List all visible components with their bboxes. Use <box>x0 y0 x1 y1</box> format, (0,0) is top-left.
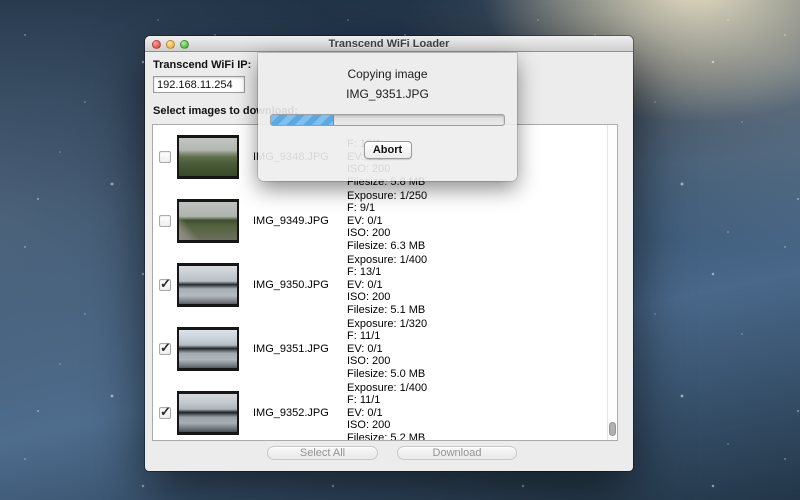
window-title: Transcend WiFi Loader <box>145 36 633 52</box>
image-filename: IMG_9351.JPG <box>253 343 347 355</box>
image-checkbox[interactable] <box>159 343 171 355</box>
dialog-title: Copying image <box>258 67 517 81</box>
scrollbar-track[interactable] <box>607 125 617 440</box>
ip-input[interactable] <box>153 76 245 93</box>
titlebar[interactable]: Transcend WiFi Loader <box>145 36 633 52</box>
image-thumbnail <box>177 327 239 371</box>
progress-bar-fill <box>271 115 334 125</box>
list-item: IMG_9352.JPG Exposure: 1/400 F: 11/1 EV:… <box>153 381 617 441</box>
list-item: IMG_9351.JPG Exposure: 1/320 F: 11/1 EV:… <box>153 317 617 381</box>
image-checkbox[interactable] <box>159 215 171 227</box>
image-checkbox[interactable] <box>159 151 171 163</box>
image-exif: Exposure: 1/320 F: 11/1 EV: 0/1 ISO: 200… <box>347 318 427 380</box>
image-exif: Exposure: 1/250 F: 9/1 EV: 0/1 ISO: 200 … <box>347 190 427 252</box>
select-all-button[interactable]: Select All <box>267 446 378 460</box>
app-window: Transcend WiFi Loader Transcend WiFi IP:… <box>145 36 633 471</box>
traffic-lights <box>152 40 189 49</box>
image-filename: IMG_9350.JPG <box>253 279 347 291</box>
image-filename: IMG_9349.JPG <box>253 215 347 227</box>
image-exif: Exposure: 1/400 F: 11/1 EV: 0/1 ISO: 200… <box>347 382 427 441</box>
image-checkbox[interactable] <box>159 407 171 419</box>
image-thumbnail <box>177 263 239 307</box>
image-thumbnail <box>177 199 239 243</box>
dialog-filename: IMG_9351.JPG <box>258 87 517 101</box>
close-button[interactable] <box>152 40 161 49</box>
ip-label: Transcend WiFi IP: <box>153 59 251 71</box>
image-exif: Exposure: 1/400 F: 13/1 EV: 0/1 ISO: 200… <box>347 254 427 316</box>
image-filename: IMG_9352.JPG <box>253 407 347 419</box>
list-item: IMG_9349.JPG Exposure: 1/250 F: 9/1 EV: … <box>153 189 617 253</box>
minimize-button[interactable] <box>166 40 175 49</box>
download-button[interactable]: Download <box>397 446 517 460</box>
scrollbar-thumb[interactable] <box>609 422 616 436</box>
image-checkbox[interactable] <box>159 279 171 291</box>
copy-progress-dialog: Copying image IMG_9351.JPG Abort <box>258 53 517 181</box>
abort-button[interactable]: Abort <box>364 141 412 159</box>
image-thumbnail <box>177 391 239 435</box>
list-item: IMG_9350.JPG Exposure: 1/400 F: 13/1 EV:… <box>153 253 617 317</box>
progress-bar <box>270 114 505 126</box>
image-thumbnail <box>177 135 239 179</box>
zoom-button[interactable] <box>180 40 189 49</box>
